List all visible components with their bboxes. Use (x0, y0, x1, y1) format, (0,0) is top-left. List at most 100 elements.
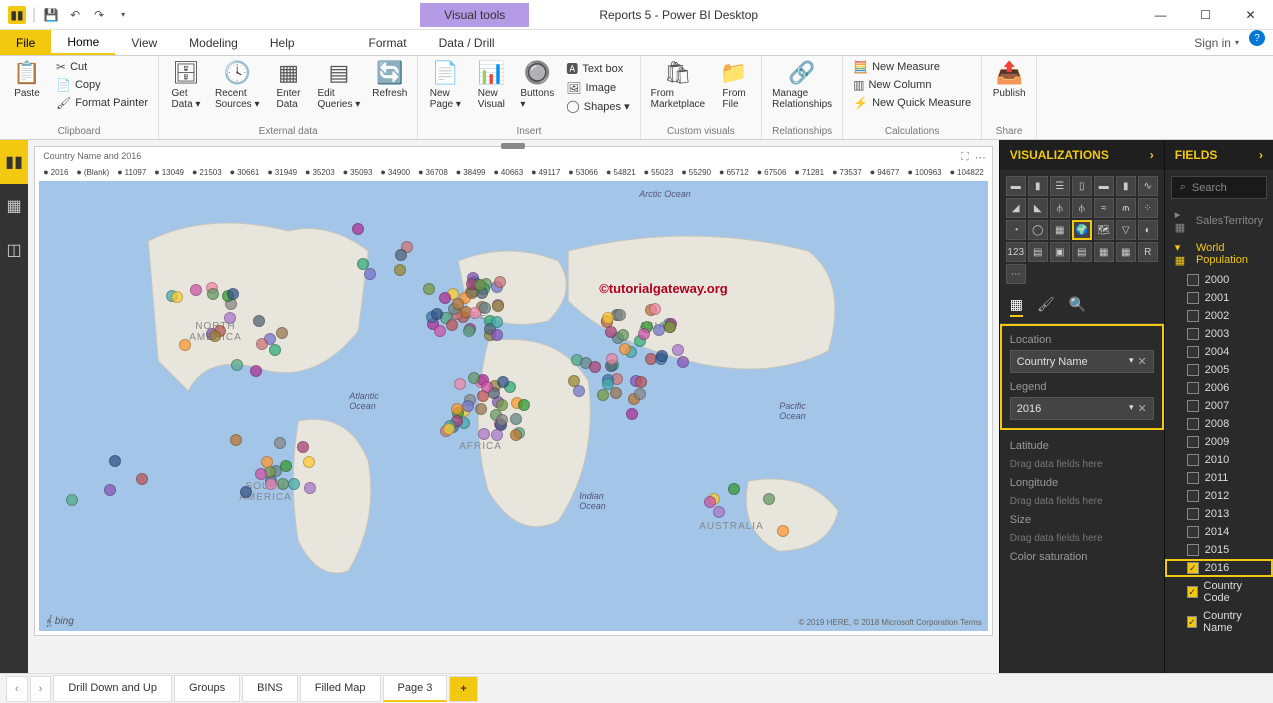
legend-item[interactable]: 35203 (305, 167, 335, 177)
field-2015[interactable]: 2015 (1165, 541, 1273, 559)
viz-card[interactable]: 123 (1006, 242, 1026, 262)
viz-filled-map[interactable]: 🗺 (1094, 220, 1114, 240)
field-2000[interactable]: 2000 (1165, 271, 1273, 289)
legend-item[interactable]: 67506 (757, 167, 787, 177)
viz-slicer[interactable]: ▤ (1072, 242, 1092, 262)
viz-treemap[interactable]: ▦ (1050, 220, 1070, 240)
undo-icon[interactable]: ↶ (66, 6, 84, 24)
new-measure-button[interactable]: 🧮New Measure (849, 58, 975, 76)
close-button[interactable]: ✕ (1228, 0, 1273, 30)
legend-item[interactable]: 53066 (568, 167, 598, 177)
remove-location-icon[interactable]: ✕ (1138, 355, 1147, 368)
map-bubble[interactable] (304, 482, 316, 494)
more-options-icon[interactable]: ⋯ (975, 151, 986, 164)
well-longitude-placeholder[interactable]: Drag data fields here (1010, 493, 1154, 510)
checkbox[interactable] (1187, 472, 1199, 484)
legend-item[interactable]: 100963 (907, 167, 941, 177)
qat-dropdown-icon[interactable]: ▾ (114, 6, 132, 24)
viz-more[interactable]: ⋯ (1006, 264, 1026, 284)
map-bubble[interactable] (491, 329, 503, 341)
field-2003[interactable]: 2003 (1165, 325, 1273, 343)
map-bubble[interactable] (423, 283, 435, 295)
map-bubble[interactable] (255, 468, 267, 480)
map-bubble[interactable] (364, 268, 376, 280)
checkbox[interactable] (1187, 364, 1199, 376)
checkbox[interactable] (1187, 292, 1199, 304)
field-2004[interactable]: 2004 (1165, 343, 1273, 361)
map-bubble[interactable] (606, 353, 618, 365)
map-bubble[interactable] (510, 429, 522, 441)
map-bubble[interactable] (394, 264, 406, 276)
map-bubble[interactable] (468, 372, 480, 384)
legend-item[interactable]: 2016 (43, 167, 68, 177)
tab-file[interactable]: File (0, 30, 51, 55)
add-page-button[interactable]: + (449, 676, 477, 702)
map-bubble[interactable] (446, 319, 458, 331)
legend-item[interactable]: 40663 (493, 167, 523, 177)
map-bubble[interactable] (265, 478, 277, 490)
map-bubble[interactable] (672, 344, 684, 356)
focus-mode-icon[interactable]: ⛶ (961, 151, 969, 164)
checkbox[interactable]: ✓ (1187, 562, 1199, 574)
get-data-button[interactable]: 🗄Get Data ▾ (165, 58, 207, 112)
map-bubble[interactable] (510, 413, 522, 425)
map-bubble[interactable] (638, 328, 650, 340)
legend-item[interactable]: 55023 (644, 167, 674, 177)
field-2005[interactable]: 2005 (1165, 361, 1273, 379)
well-location-pill[interactable]: Country Name ▾✕ (1010, 350, 1154, 373)
legend-item[interactable]: 35093 (343, 167, 373, 177)
page-tab-filled-map[interactable]: Filled Map (300, 675, 381, 702)
new-quick-measure-button[interactable]: ⚡New Quick Measure (849, 94, 975, 112)
map-bubble[interactable] (230, 434, 242, 446)
chevron-down-icon[interactable]: ▾ (1129, 355, 1134, 368)
legend-item[interactable]: 49117 (531, 167, 560, 177)
map-bubble[interactable] (227, 288, 239, 300)
map-bubble[interactable] (190, 284, 202, 296)
map-bubble[interactable] (626, 408, 638, 420)
legend-item[interactable]: 34900 (380, 167, 410, 177)
viz-line[interactable]: ∿ (1138, 176, 1158, 196)
viz-ribbon[interactable]: ≈ (1094, 198, 1114, 218)
map-bubble[interactable] (677, 356, 689, 368)
viz-area[interactable]: ◢ (1006, 198, 1026, 218)
viz-table[interactable]: ▦ (1094, 242, 1114, 262)
fields-header[interactable]: FIELDS› (1165, 140, 1273, 170)
field-2011[interactable]: 2011 (1165, 469, 1273, 487)
page-next-button[interactable]: › (30, 676, 52, 702)
map-bubble[interactable] (635, 376, 647, 388)
field-2006[interactable]: 2006 (1165, 379, 1273, 397)
map-bubble[interactable] (478, 428, 490, 440)
field-2013[interactable]: 2013 (1165, 505, 1273, 523)
legend-item[interactable]: 11097 (117, 167, 146, 177)
field-2010[interactable]: 2010 (1165, 451, 1273, 469)
map-bubble[interactable] (481, 381, 493, 393)
page-tab-bins[interactable]: BINS (242, 675, 298, 702)
field-2016[interactable]: ✓2016 (1165, 559, 1273, 577)
legend-item[interactable]: 71281 (794, 167, 824, 177)
well-legend-pill[interactable]: 2016 ▾✕ (1010, 397, 1154, 420)
viz-100-bar[interactable]: ▬ (1094, 176, 1114, 196)
checkbox[interactable] (1187, 382, 1199, 394)
map-bubble[interactable] (494, 276, 506, 288)
viz-clustered-bar[interactable]: ☰ (1050, 176, 1070, 196)
new-page-button[interactable]: 📄New Page ▾ (424, 58, 466, 112)
viz-gauge[interactable]: ◐ (1138, 220, 1158, 240)
map-bubble[interactable] (474, 279, 486, 291)
viz-stacked-column[interactable]: ▮ (1028, 176, 1048, 196)
page-prev-button[interactable]: ‹ (6, 676, 28, 702)
viz-map[interactable]: 🌍 (1072, 220, 1092, 240)
viz-line-column[interactable]: ⫛ (1050, 198, 1070, 218)
map-bubble[interactable] (431, 308, 443, 320)
legend-item[interactable]: 31949 (267, 167, 297, 177)
textbox-button[interactable]: 🅰Text box (562, 58, 633, 79)
well-latitude-placeholder[interactable]: Drag data fields here (1010, 456, 1154, 473)
checkbox[interactable] (1187, 328, 1199, 340)
canvas[interactable]: ⛶ ⋯ Country Name and 2016 2016(Blank)110… (28, 140, 999, 673)
map-bubble[interactable] (357, 258, 369, 270)
field-2007[interactable]: 2007 (1165, 397, 1273, 415)
fields-search-input[interactable]: ⌕Search (1171, 176, 1267, 199)
checkbox[interactable]: ✓ (1187, 616, 1197, 628)
map-visual[interactable]: ⛶ ⋯ Country Name and 2016 2016(Blank)110… (34, 146, 993, 636)
map-bubble[interactable] (261, 456, 273, 468)
legend-item[interactable]: 30661 (230, 167, 260, 177)
